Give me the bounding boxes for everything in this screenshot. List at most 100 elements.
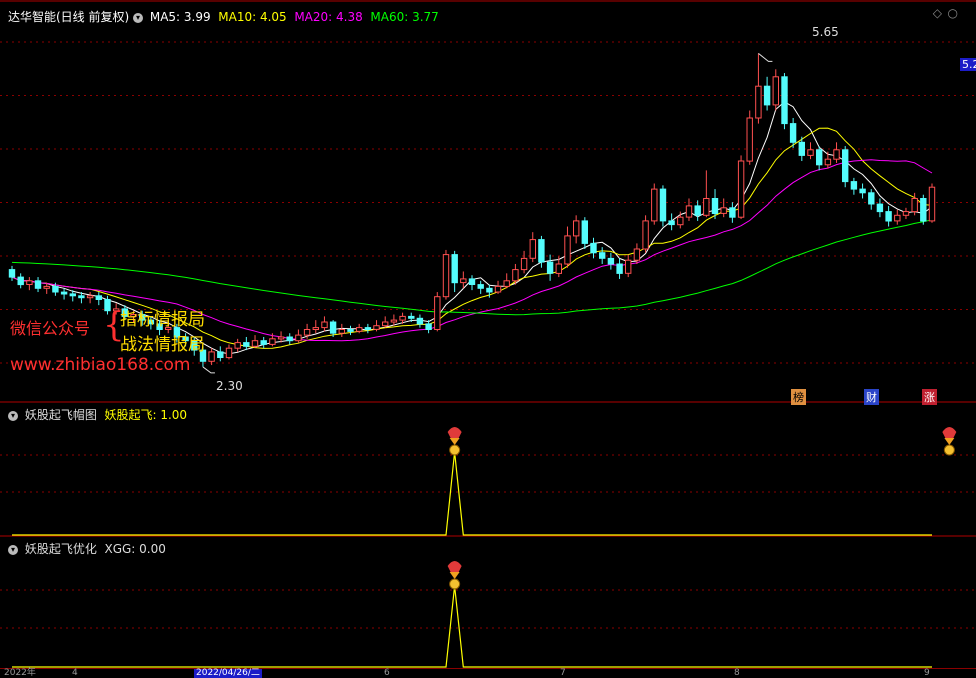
candle-body[interactable] — [217, 351, 224, 358]
candle-body[interactable] — [685, 205, 693, 218]
candle-body[interactable] — [703, 198, 710, 216]
candle-body[interactable] — [772, 76, 779, 106]
candle-body[interactable] — [277, 336, 285, 340]
candle-body[interactable] — [338, 329, 346, 334]
candle-body[interactable] — [711, 198, 719, 214]
candle-body[interactable] — [295, 334, 302, 342]
candle-body[interactable] — [616, 263, 623, 274]
candle-body[interactable] — [243, 342, 250, 347]
candle-body[interactable] — [468, 278, 476, 285]
candle-body[interactable] — [399, 315, 406, 321]
candle-body[interactable] — [928, 186, 936, 222]
candle-body[interactable] — [590, 242, 597, 254]
candle-body[interactable] — [503, 280, 510, 287]
candle-body[interactable] — [434, 296, 441, 331]
candle-body[interactable] — [8, 269, 16, 278]
candle-body[interactable] — [382, 321, 389, 327]
candle-body[interactable] — [529, 239, 536, 259]
candle-body[interactable] — [850, 181, 858, 190]
candle-body[interactable] — [555, 263, 562, 274]
candle-body[interactable] — [390, 319, 398, 323]
candle-body[interactable] — [824, 158, 832, 166]
candle-body[interactable] — [486, 287, 493, 293]
candle-body[interactable] — [789, 123, 797, 143]
candle-body[interactable] — [34, 280, 42, 289]
candle-body[interactable] — [408, 315, 415, 319]
candle-body[interactable] — [260, 340, 267, 345]
candle-body[interactable] — [894, 214, 901, 222]
candle-body[interactable] — [607, 257, 615, 265]
candle-body[interactable] — [781, 76, 788, 125]
candle-body[interactable] — [95, 295, 102, 300]
candle-body[interactable] — [416, 317, 424, 325]
candle-body[interactable] — [251, 340, 259, 347]
candle-body[interactable] — [373, 325, 380, 330]
candle-body[interactable] — [356, 327, 363, 332]
candle-body[interactable] — [573, 220, 580, 237]
candle-body[interactable] — [720, 207, 727, 214]
candle-body[interactable] — [746, 117, 753, 162]
candle-body[interactable] — [642, 220, 649, 250]
bang-marker[interactable]: 榜 — [791, 389, 806, 405]
candle-body[interactable] — [633, 248, 641, 261]
candle-body[interactable] — [729, 207, 736, 218]
candle-body[interactable] — [868, 192, 875, 205]
candle-body[interactable] — [321, 321, 328, 329]
candle-body[interactable] — [677, 216, 684, 226]
candle-body[interactable] — [442, 254, 450, 298]
candle-body[interactable] — [911, 198, 918, 213]
candle-body[interactable] — [581, 220, 588, 244]
candle-body[interactable] — [477, 284, 484, 289]
candle-body[interactable] — [269, 338, 276, 345]
candle-body[interactable] — [737, 160, 745, 218]
candle-body[interactable] — [286, 336, 293, 342]
chevron-down-icon[interactable]: ▾ — [8, 411, 18, 421]
candle-body[interactable] — [26, 280, 33, 285]
candle-body[interactable] — [451, 254, 458, 284]
candle-body[interactable] — [625, 259, 632, 274]
candle-body[interactable] — [86, 295, 94, 299]
candle-body[interactable] — [599, 252, 606, 259]
candle-body[interactable] — [69, 293, 76, 297]
candle-body[interactable] — [425, 323, 432, 330]
candle-body[interactable] — [494, 285, 502, 293]
candle-body[interactable] — [303, 329, 311, 336]
candle-body[interactable] — [833, 149, 840, 160]
candle-body[interactable] — [460, 278, 467, 284]
candle-body[interactable] — [668, 220, 675, 226]
diamond-icon[interactable]: ◇ — [933, 6, 942, 20]
chevron-down-icon[interactable]: ▾ — [8, 545, 18, 555]
candle-body[interactable] — [798, 141, 805, 156]
candle-body[interactable] — [520, 257, 528, 271]
candle-body[interactable] — [859, 188, 866, 194]
candle-body[interactable] — [78, 295, 85, 299]
candle-body[interactable] — [329, 321, 337, 334]
candle-body[interactable] — [755, 85, 762, 119]
candle-body[interactable] — [347, 329, 354, 332]
candle-body[interactable] — [902, 211, 910, 216]
candle-body[interactable] — [60, 291, 68, 295]
candle-body[interactable] — [546, 261, 554, 274]
chevron-down-icon[interactable]: ▾ — [133, 13, 144, 23]
candle-body[interactable] — [234, 342, 241, 349]
candle-body[interactable] — [763, 85, 771, 106]
candle-body[interactable] — [17, 276, 24, 286]
candle-body[interactable] — [807, 149, 814, 156]
candle-body[interactable] — [564, 235, 571, 265]
candle-body[interactable] — [816, 149, 823, 166]
candle-body[interactable] — [876, 203, 884, 213]
candle-body[interactable] — [885, 211, 892, 222]
candle-body[interactable] — [651, 188, 658, 222]
candle-body[interactable] — [364, 327, 372, 331]
candle-body[interactable] — [225, 347, 233, 359]
candle-body[interactable] — [659, 188, 667, 222]
circle-icon[interactable]: ○ — [948, 6, 958, 20]
candle-body[interactable] — [208, 351, 215, 362]
zhang-marker[interactable]: 涨 — [922, 389, 937, 405]
candle-body[interactable] — [312, 327, 320, 331]
candle-body[interactable] — [43, 285, 50, 289]
candle-body[interactable] — [52, 285, 59, 293]
candle-body[interactable] — [694, 205, 701, 216]
cai-marker[interactable]: 财 — [864, 389, 879, 405]
watermark-url[interactable]: www.zhibiao168.com — [10, 355, 190, 375]
